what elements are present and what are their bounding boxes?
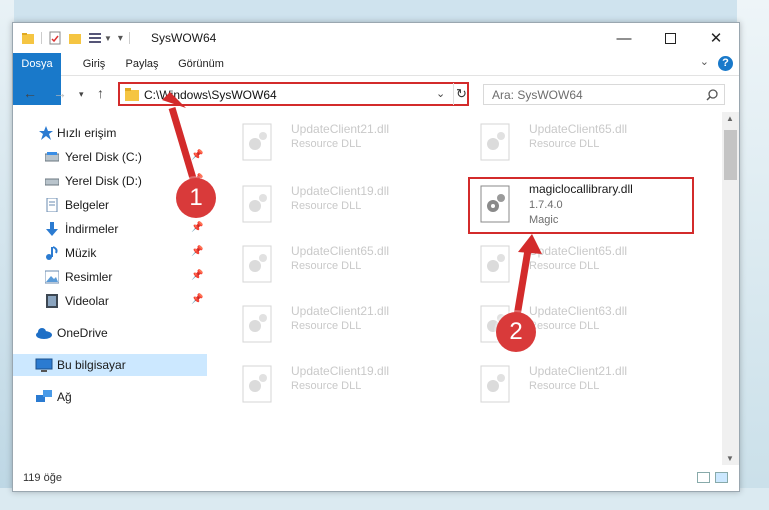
step-badge-2: 2 <box>496 312 536 352</box>
arrow-head-1 <box>162 92 186 108</box>
annotation-arrows <box>162 92 542 323</box>
arrow-head-2 <box>518 234 542 254</box>
arrow-line-1 <box>168 106 199 187</box>
step-badge-1: 1 <box>176 178 216 218</box>
